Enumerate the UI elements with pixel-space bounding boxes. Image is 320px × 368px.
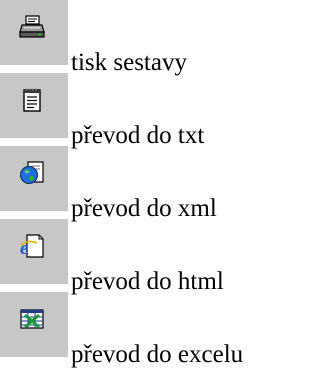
globe-document-icon: [20, 161, 44, 184]
print-report-action[interactable]: tisk sestavy: [0, 0, 305, 76]
print-button[interactable]: [0, 0, 68, 65]
export-excel-action[interactable]: převod do excelu: [0, 292, 305, 368]
export-html-button[interactable]: e: [0, 219, 68, 284]
export-excel-label: převod do excelu: [71, 341, 244, 368]
export-txt-button[interactable]: [0, 73, 68, 138]
notepad-icon: [23, 88, 41, 112]
print-report-label: tisk sestavy: [71, 49, 187, 76]
export-txt-action[interactable]: převod do txt: [0, 73, 305, 149]
export-html-action[interactable]: e převod do html: [0, 219, 305, 295]
export-xml-action[interactable]: převod do xml: [0, 146, 305, 222]
excel-icon: [20, 309, 44, 329]
export-txt-label: převod do txt: [71, 122, 205, 149]
export-xml-button[interactable]: [0, 146, 68, 211]
export-xml-label: převod do xml: [71, 195, 217, 222]
export-html-label: převod do html: [71, 268, 224, 295]
export-excel-button[interactable]: [0, 292, 68, 357]
ie-document-icon: e: [20, 234, 44, 259]
printer-icon: [19, 15, 45, 38]
